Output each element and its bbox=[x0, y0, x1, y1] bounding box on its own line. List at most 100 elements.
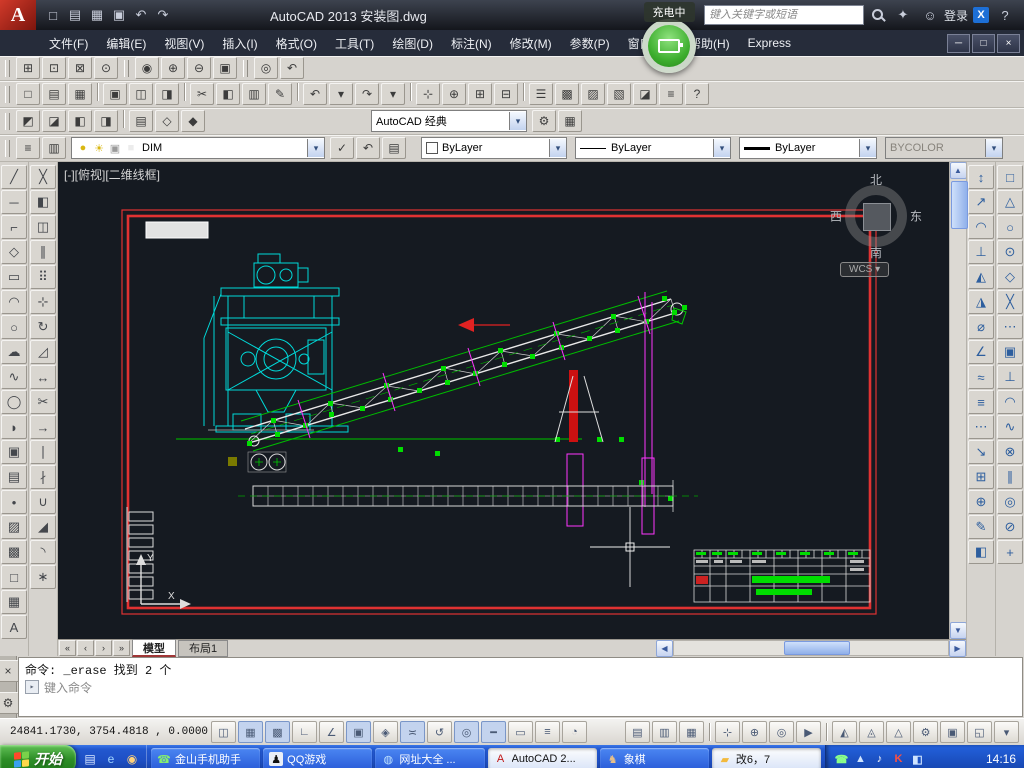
menu-format[interactable]: 格式(O) bbox=[267, 30, 326, 56]
drawing-canvas[interactable]: Y X bbox=[58, 162, 949, 639]
dim-baseline-icon[interactable]: ≡ bbox=[968, 390, 994, 414]
horizontal-scroll-track[interactable] bbox=[673, 640, 949, 656]
pan-status-icon[interactable]: ⊹ bbox=[715, 721, 740, 743]
model-space[interactable]: [-][俯视][二维线框] 北 南 西 东 WCS ▾ bbox=[58, 162, 949, 639]
copy-clip-icon[interactable]: ◧ bbox=[216, 83, 240, 105]
snap-node-icon[interactable]: ⊙ bbox=[997, 240, 1023, 264]
extend-icon[interactable]: → bbox=[30, 415, 56, 439]
viewcube-compass[interactable]: 北 南 西 东 bbox=[834, 174, 918, 258]
center-mark-icon[interactable]: ⊕ bbox=[968, 490, 994, 514]
draworder-bring-front-icon[interactable]: ◩ bbox=[16, 110, 40, 132]
join-icon[interactable]: ∪ bbox=[30, 490, 56, 514]
vertical-scroll-thumb[interactable] bbox=[951, 181, 968, 229]
zoom-window-flyout-icon[interactable]: ⊞ bbox=[468, 83, 492, 105]
ortho-mode-icon[interactable]: ∟ bbox=[292, 721, 317, 743]
transparency-icon[interactable]: ▭ bbox=[508, 721, 533, 743]
snap-perpendicular-icon[interactable]: ⊥ bbox=[997, 365, 1023, 389]
rotate-icon[interactable]: ↻ bbox=[30, 315, 56, 339]
taskbar-button-autocad[interactable]: AAutoCAD 2... bbox=[488, 748, 597, 768]
workspace-settings-icon[interactable]: ⚙ bbox=[532, 110, 556, 132]
menu-dimension[interactable]: 标注(N) bbox=[442, 30, 501, 56]
erase-icon[interactable]: ╳ bbox=[30, 165, 56, 189]
arc-icon[interactable]: ◠ bbox=[1, 290, 27, 314]
chevron-down-icon[interactable] bbox=[307, 139, 324, 157]
command-input-line[interactable]: ▸ 键入命令 bbox=[25, 678, 1016, 696]
table-icon[interactable]: ▦ bbox=[1, 590, 27, 614]
layer-color-icon[interactable]: ■ bbox=[124, 141, 138, 155]
polar-tracking-icon[interactable]: ∠ bbox=[319, 721, 344, 743]
toolbar-lock-icon[interactable]: ▣ bbox=[940, 721, 965, 743]
tab-scroll-prev-icon[interactable]: ‹ bbox=[77, 640, 94, 656]
command-customize-icon[interactable]: ⚙ bbox=[0, 692, 20, 714]
taskbar-button-chinese-chess[interactable]: ♞象棋 bbox=[600, 748, 709, 768]
break-at-point-icon[interactable]: ∣ bbox=[30, 440, 56, 464]
quick-properties-icon[interactable]: ≡ bbox=[535, 721, 560, 743]
linetype-combo[interactable]: ByLayer bbox=[575, 137, 731, 159]
chevron-down-icon[interactable] bbox=[509, 112, 526, 130]
three-d-views-icon[interactable]: ◇ bbox=[155, 110, 179, 132]
tab-model[interactable]: 模型 bbox=[132, 639, 176, 657]
quick-view-layouts-icon[interactable]: ▥ bbox=[652, 721, 677, 743]
plot-preview-icon[interactable]: ◫ bbox=[129, 83, 153, 105]
show-motion-icon[interactable]: ▶ bbox=[796, 721, 821, 743]
layer-previous-icon[interactable]: ↶ bbox=[356, 137, 380, 159]
snap-quadrant-icon[interactable]: ◇ bbox=[997, 265, 1023, 289]
selection-cycling-icon[interactable]: ◔ bbox=[562, 721, 587, 743]
dynamic-ucs-icon[interactable]: ↺ bbox=[427, 721, 452, 743]
toolbar-grip[interactable] bbox=[5, 140, 10, 157]
zoom-out-icon[interactable]: ⊖ bbox=[187, 57, 211, 79]
circle-icon[interactable]: ○ bbox=[1, 315, 27, 339]
qundo-icon[interactable]: ↶ bbox=[130, 4, 152, 26]
annotation-autoscale-icon[interactable]: ◬ bbox=[859, 721, 884, 743]
model-space-toggle-icon[interactable]: ▤ bbox=[625, 721, 650, 743]
dim-jogged-icon[interactable]: ◮ bbox=[968, 290, 994, 314]
polygon-icon[interactable]: ◇ bbox=[1, 240, 27, 264]
plot-icon[interactable]: ▣ bbox=[103, 83, 127, 105]
snap-center-icon[interactable]: ○ bbox=[997, 215, 1023, 239]
tray-phone-icon[interactable]: ☎ bbox=[834, 752, 849, 767]
properties-palette-icon[interactable]: ☰ bbox=[529, 83, 553, 105]
construction-line-icon[interactable]: ─ bbox=[1, 190, 27, 214]
dim-edit-icon[interactable]: ✎ bbox=[968, 515, 994, 539]
copy-icon[interactable]: ◧ bbox=[30, 190, 56, 214]
dim-arc-length-icon[interactable]: ◠ bbox=[968, 215, 994, 239]
dim-radius-icon[interactable]: ◭ bbox=[968, 265, 994, 289]
make-object-layer-current-icon[interactable]: ✓ bbox=[330, 137, 354, 159]
dim-aligned-icon[interactable]: ↗ bbox=[968, 190, 994, 214]
point-icon[interactable]: • bbox=[1, 490, 27, 514]
zoom-previous-btn-icon[interactable]: ⊟ bbox=[494, 83, 518, 105]
snap-midpoint-icon[interactable]: △ bbox=[997, 190, 1023, 214]
help-icon[interactable]: ? bbox=[994, 4, 1016, 26]
compass-east-label[interactable]: 东 bbox=[910, 208, 922, 225]
viewcube-icon[interactable] bbox=[863, 203, 891, 231]
exchange-apps-icon[interactable]: X bbox=[973, 7, 989, 23]
coordinate-readout[interactable]: 24841.1730, 3754.4818 , 0.0000 bbox=[0, 726, 210, 738]
insert-block-icon[interactable]: ▣ bbox=[1, 440, 27, 464]
toolbar-grip[interactable] bbox=[5, 60, 10, 77]
zoom-object-icon[interactable]: ◉ bbox=[135, 57, 159, 79]
object-snap-icon[interactable]: ▣ bbox=[346, 721, 371, 743]
revision-cloud-icon[interactable]: ☁ bbox=[1, 340, 27, 364]
lineweight-display-icon[interactable]: ━ bbox=[481, 721, 506, 743]
taskbar-button-folder-gai67[interactable]: ▰改6，7 bbox=[712, 748, 821, 768]
dim-ordinate-icon[interactable]: ⊥ bbox=[968, 240, 994, 264]
polyline-icon[interactable]: ⌐ bbox=[1, 215, 27, 239]
vertical-scroll-track[interactable] bbox=[951, 179, 966, 622]
snap-tracking-icon[interactable]: + bbox=[997, 540, 1023, 564]
infer-constraints-icon[interactable]: ◫ bbox=[211, 721, 236, 743]
undo-list-icon[interactable]: ▾ bbox=[329, 83, 353, 105]
move-icon[interactable]: ⊹ bbox=[30, 290, 56, 314]
menu-file[interactable]: 文件(F) bbox=[40, 30, 97, 56]
hatch-icon[interactable]: ▨ bbox=[1, 515, 27, 539]
snap-settings-icon[interactable]: ◎ bbox=[997, 490, 1023, 514]
zoom-status-icon[interactable]: ⊕ bbox=[742, 721, 767, 743]
workspace-switching-icon[interactable]: ⚙ bbox=[913, 721, 938, 743]
snap-insertion-icon[interactable]: ▣ bbox=[997, 340, 1023, 364]
scale-icon[interactable]: ◿ bbox=[30, 340, 56, 364]
qsave-icon[interactable]: ▦ bbox=[86, 4, 108, 26]
zoom-realtime-icon[interactable]: ⊕ bbox=[442, 83, 466, 105]
ellipse-arc-icon[interactable]: ◗ bbox=[1, 415, 27, 439]
visual-styles-icon[interactable]: ◆ bbox=[181, 110, 205, 132]
zoom-scale-icon[interactable]: ⊠ bbox=[68, 57, 92, 79]
tolerance-icon[interactable]: ⊞ bbox=[968, 465, 994, 489]
